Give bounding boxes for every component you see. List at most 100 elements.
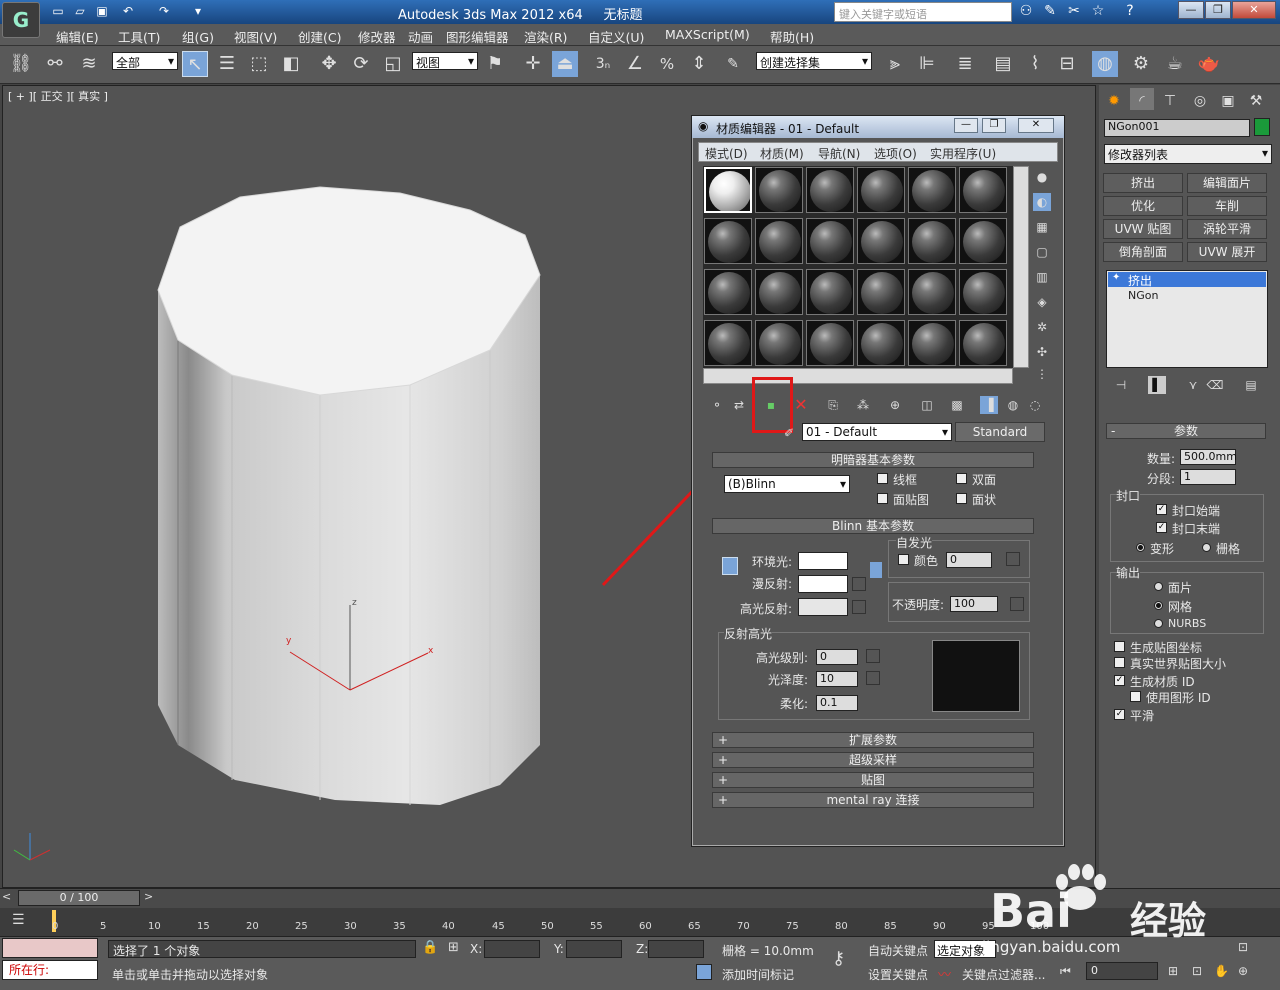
menu-maxscript[interactable]: MAXScript(M) — [665, 27, 750, 42]
blinn-basic-rollout[interactable]: Blinn 基本参数 — [712, 518, 1034, 534]
menu-rendering[interactable]: 渲染(R) — [524, 27, 567, 46]
undo-icon[interactable]: ↶ — [120, 3, 136, 19]
modifier-list-select[interactable]: 修改器列表 ▾ — [1104, 144, 1272, 164]
set-key-icon[interactable]: ⚷ — [832, 948, 845, 969]
object-name-field[interactable]: NGon001 — [1104, 119, 1250, 137]
auto-key-button[interactable]: 自动关键点 — [868, 942, 928, 959]
time-slider-thumb[interactable]: 0 / 100 — [18, 890, 140, 906]
amount-spinner[interactable]: 500.0mm — [1180, 449, 1237, 465]
me-menu-options[interactable]: 选项(O) — [874, 145, 917, 162]
configure-sets-icon[interactable]: ▤ — [1242, 376, 1260, 394]
percent-snap-icon[interactable]: % — [654, 51, 680, 77]
lock-ambient-diffuse-icon[interactable] — [722, 557, 738, 575]
stack-item-ngon[interactable]: NGon — [1128, 289, 1158, 302]
sample-slot[interactable] — [908, 167, 956, 213]
time-tag-icon[interactable] — [696, 964, 712, 980]
stack-item-extrude[interactable]: ✦ 挤出 — [1108, 272, 1266, 288]
keyboard-shortcut-icon[interactable]: ⏏ — [552, 51, 578, 77]
search-input[interactable]: 键入关键字或短语 — [834, 2, 1012, 22]
diffuse-map-button[interactable] — [852, 577, 866, 591]
reference-coord-select[interactable]: 视图 ▾ — [412, 52, 478, 70]
zoom-extents-icon[interactable]: ⊡ — [1192, 964, 1202, 978]
maximize-button[interactable]: ❐ — [1205, 1, 1231, 19]
go-to-parent-icon[interactable]: ◍ — [1004, 396, 1022, 414]
put-to-library-icon[interactable]: ⊕ — [886, 396, 904, 414]
bind-space-warp-icon[interactable]: ≋ — [76, 51, 102, 77]
shader-type-select[interactable]: (B)Blinn ▾ — [724, 475, 850, 493]
graphite-icon[interactable]: ▤ — [990, 51, 1016, 77]
ambient-swatch[interactable] — [798, 552, 848, 570]
open-file-icon[interactable]: ▱ — [72, 3, 88, 19]
communication-icon[interactable]: ✂ — [1066, 3, 1082, 19]
mental-ray-rollout[interactable]: + mental ray 连接 — [712, 792, 1034, 808]
mod-button-extrude[interactable]: 挤出 — [1103, 173, 1183, 193]
snaps-toggle-icon[interactable]: 3ₙ — [590, 51, 616, 77]
smooth-checkbox[interactable]: ✓ — [1114, 709, 1125, 720]
show-map-in-viewport-icon[interactable]: ▩ — [948, 396, 966, 414]
sample-slot[interactable] — [704, 269, 752, 315]
time-prev-icon[interactable]: < — [2, 890, 14, 906]
cap-end-checkbox[interactable]: ✓ — [1156, 522, 1167, 533]
me-maximize-button[interactable]: ❐ — [982, 118, 1006, 133]
align-icon[interactable]: ⊫ — [914, 51, 940, 77]
unlink-icon[interactable]: ⚯ — [42, 51, 68, 77]
modify-tab-icon[interactable]: ◜ — [1130, 88, 1154, 110]
sample-slot[interactable] — [755, 269, 803, 315]
glossiness-map-button[interactable] — [866, 671, 880, 685]
sample-slot[interactable] — [857, 218, 905, 264]
mod-button-turbosmooth[interactable]: 涡轮平滑 — [1187, 219, 1267, 239]
specular-map-button[interactable] — [852, 600, 866, 614]
soften-spinner[interactable]: 0.1 — [816, 695, 858, 711]
sample-slot[interactable] — [755, 320, 803, 366]
specular-swatch[interactable] — [798, 598, 848, 616]
cap-start-checkbox[interactable]: ✓ — [1156, 504, 1167, 515]
move-icon[interactable]: ✥ — [316, 51, 342, 77]
sample-slots-vscrollbar[interactable] — [1013, 166, 1029, 368]
sample-slot[interactable] — [959, 320, 1007, 366]
track-bar-menu-icon[interactable]: ☰ — [12, 912, 25, 928]
quick-access-dropdown-icon[interactable]: ▾ — [190, 3, 206, 19]
show-end-result-stack-icon[interactable]: ▌ — [1148, 376, 1166, 394]
app-logo[interactable]: G — [2, 2, 40, 38]
maxscript-listener[interactable] — [2, 938, 98, 958]
me-menu-material[interactable]: 材质(M) — [760, 145, 804, 162]
menu-animation[interactable]: 动画 — [408, 27, 433, 46]
menu-modifiers[interactable]: 修改器 — [358, 27, 396, 46]
motion-tab-icon[interactable]: ◎ — [1188, 88, 1212, 110]
key-filters-button[interactable]: 关键点过滤器... — [962, 966, 1045, 983]
sample-slot[interactable] — [857, 320, 905, 366]
sample-slot[interactable] — [755, 218, 803, 264]
maximize-viewport-icon[interactable]: ⊡ — [1238, 940, 1248, 954]
spec-level-map-button[interactable] — [866, 649, 880, 663]
mod-button-edit-patch[interactable]: 编辑面片 — [1187, 173, 1267, 193]
select-object-icon[interactable]: ↖ — [182, 51, 208, 77]
z-coord-field[interactable] — [648, 940, 704, 958]
material-name-field[interactable]: 01 - Default ▾ — [802, 423, 952, 441]
menu-customize[interactable]: 自定义(U) — [588, 27, 644, 46]
grid-radio[interactable] — [1202, 543, 1211, 552]
edit-named-sel-icon[interactable]: ✎ — [720, 51, 746, 77]
minimize-button[interactable]: — — [1178, 1, 1204, 19]
two-sided-checkbox[interactable] — [956, 473, 967, 484]
diffuse-swatch[interactable] — [798, 575, 848, 593]
material-type-button[interactable]: Standard — [955, 422, 1045, 442]
mod-button-optimize[interactable]: 优化 — [1103, 196, 1183, 216]
sample-slot[interactable] — [704, 218, 752, 264]
mod-button-bevel-profile[interactable]: 倒角剖面 — [1103, 242, 1183, 262]
menu-group[interactable]: 组(G) — [182, 27, 214, 46]
video-color-check-icon[interactable]: ▥ — [1033, 268, 1051, 286]
sample-slot[interactable] — [959, 167, 1007, 213]
me-menu-utilities[interactable]: 实用程序(U) — [930, 145, 996, 162]
self-illum-spinner[interactable]: 0 — [946, 552, 992, 568]
menu-graph-editors[interactable]: 图形编辑器 — [446, 27, 509, 46]
maxscript-line[interactable]: 所在行: — [2, 960, 98, 980]
close-button[interactable]: ✕ — [1232, 1, 1276, 19]
lock-map-icon[interactable] — [870, 562, 882, 578]
sample-slot[interactable] — [806, 269, 854, 315]
pin-stack-icon[interactable]: ⊣ — [1112, 376, 1130, 394]
render-production-icon[interactable]: 🫖 — [1196, 51, 1222, 77]
supersampling-rollout[interactable]: + 超级采样 — [712, 752, 1034, 768]
selection-lock-icon[interactable]: 🔒 — [422, 940, 438, 955]
mod-button-unwrap-uvw[interactable]: UVW 展开 — [1187, 242, 1267, 262]
sample-slot[interactable] — [755, 167, 803, 213]
